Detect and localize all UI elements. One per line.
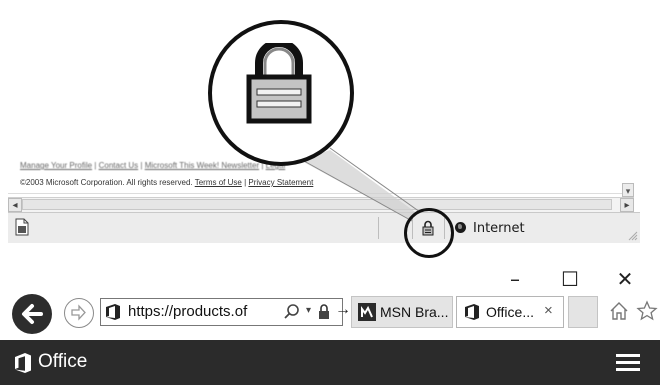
close-window-button[interactable]: ✕ bbox=[610, 266, 640, 292]
modern-browser-window: – ☐ ✕ https://products.of ▾ → MSN Bra...… bbox=[0, 258, 660, 385]
tab-label: Office... bbox=[486, 304, 534, 320]
maximize-button[interactable]: ☐ bbox=[555, 266, 585, 292]
highlight-circle bbox=[404, 208, 454, 258]
favorites-star-icon[interactable] bbox=[636, 300, 658, 322]
search-icon[interactable] bbox=[283, 303, 301, 321]
office-logo-icon[interactable] bbox=[14, 352, 32, 374]
forward-button[interactable] bbox=[64, 298, 94, 328]
url-text[interactable]: https://products.of bbox=[128, 303, 278, 320]
close-tab-icon[interactable]: × bbox=[544, 302, 553, 319]
back-arrow-icon bbox=[22, 304, 43, 324]
address-bar[interactable]: https://products.of ▾ → bbox=[100, 298, 351, 326]
msn-favicon-icon bbox=[358, 303, 376, 321]
legacy-browser-window: Manage Your Profile | Contact Us | Micro… bbox=[0, 0, 660, 258]
new-tab-button[interactable] bbox=[568, 296, 598, 328]
go-button[interactable]: → bbox=[335, 301, 351, 319]
tab-msn[interactable]: MSN Bra... bbox=[351, 296, 453, 328]
office-header-bar: Office bbox=[0, 340, 660, 385]
magnified-lock-icon bbox=[246, 43, 312, 124]
tab-label: MSN Bra... bbox=[380, 304, 449, 320]
office-favicon-icon bbox=[465, 304, 479, 320]
tab-office[interactable]: Office... × bbox=[456, 296, 564, 328]
home-icon[interactable] bbox=[608, 300, 630, 322]
hamburger-menu-icon[interactable] bbox=[616, 354, 640, 372]
minimize-button[interactable]: – bbox=[500, 266, 530, 292]
office-favicon-icon bbox=[106, 304, 120, 320]
address-dropdown-icon[interactable]: ▾ bbox=[306, 305, 311, 316]
lock-icon[interactable] bbox=[318, 303, 330, 320]
back-button[interactable] bbox=[12, 294, 52, 334]
forward-arrow-icon bbox=[71, 304, 86, 321]
office-brand-title[interactable]: Office bbox=[38, 351, 87, 373]
